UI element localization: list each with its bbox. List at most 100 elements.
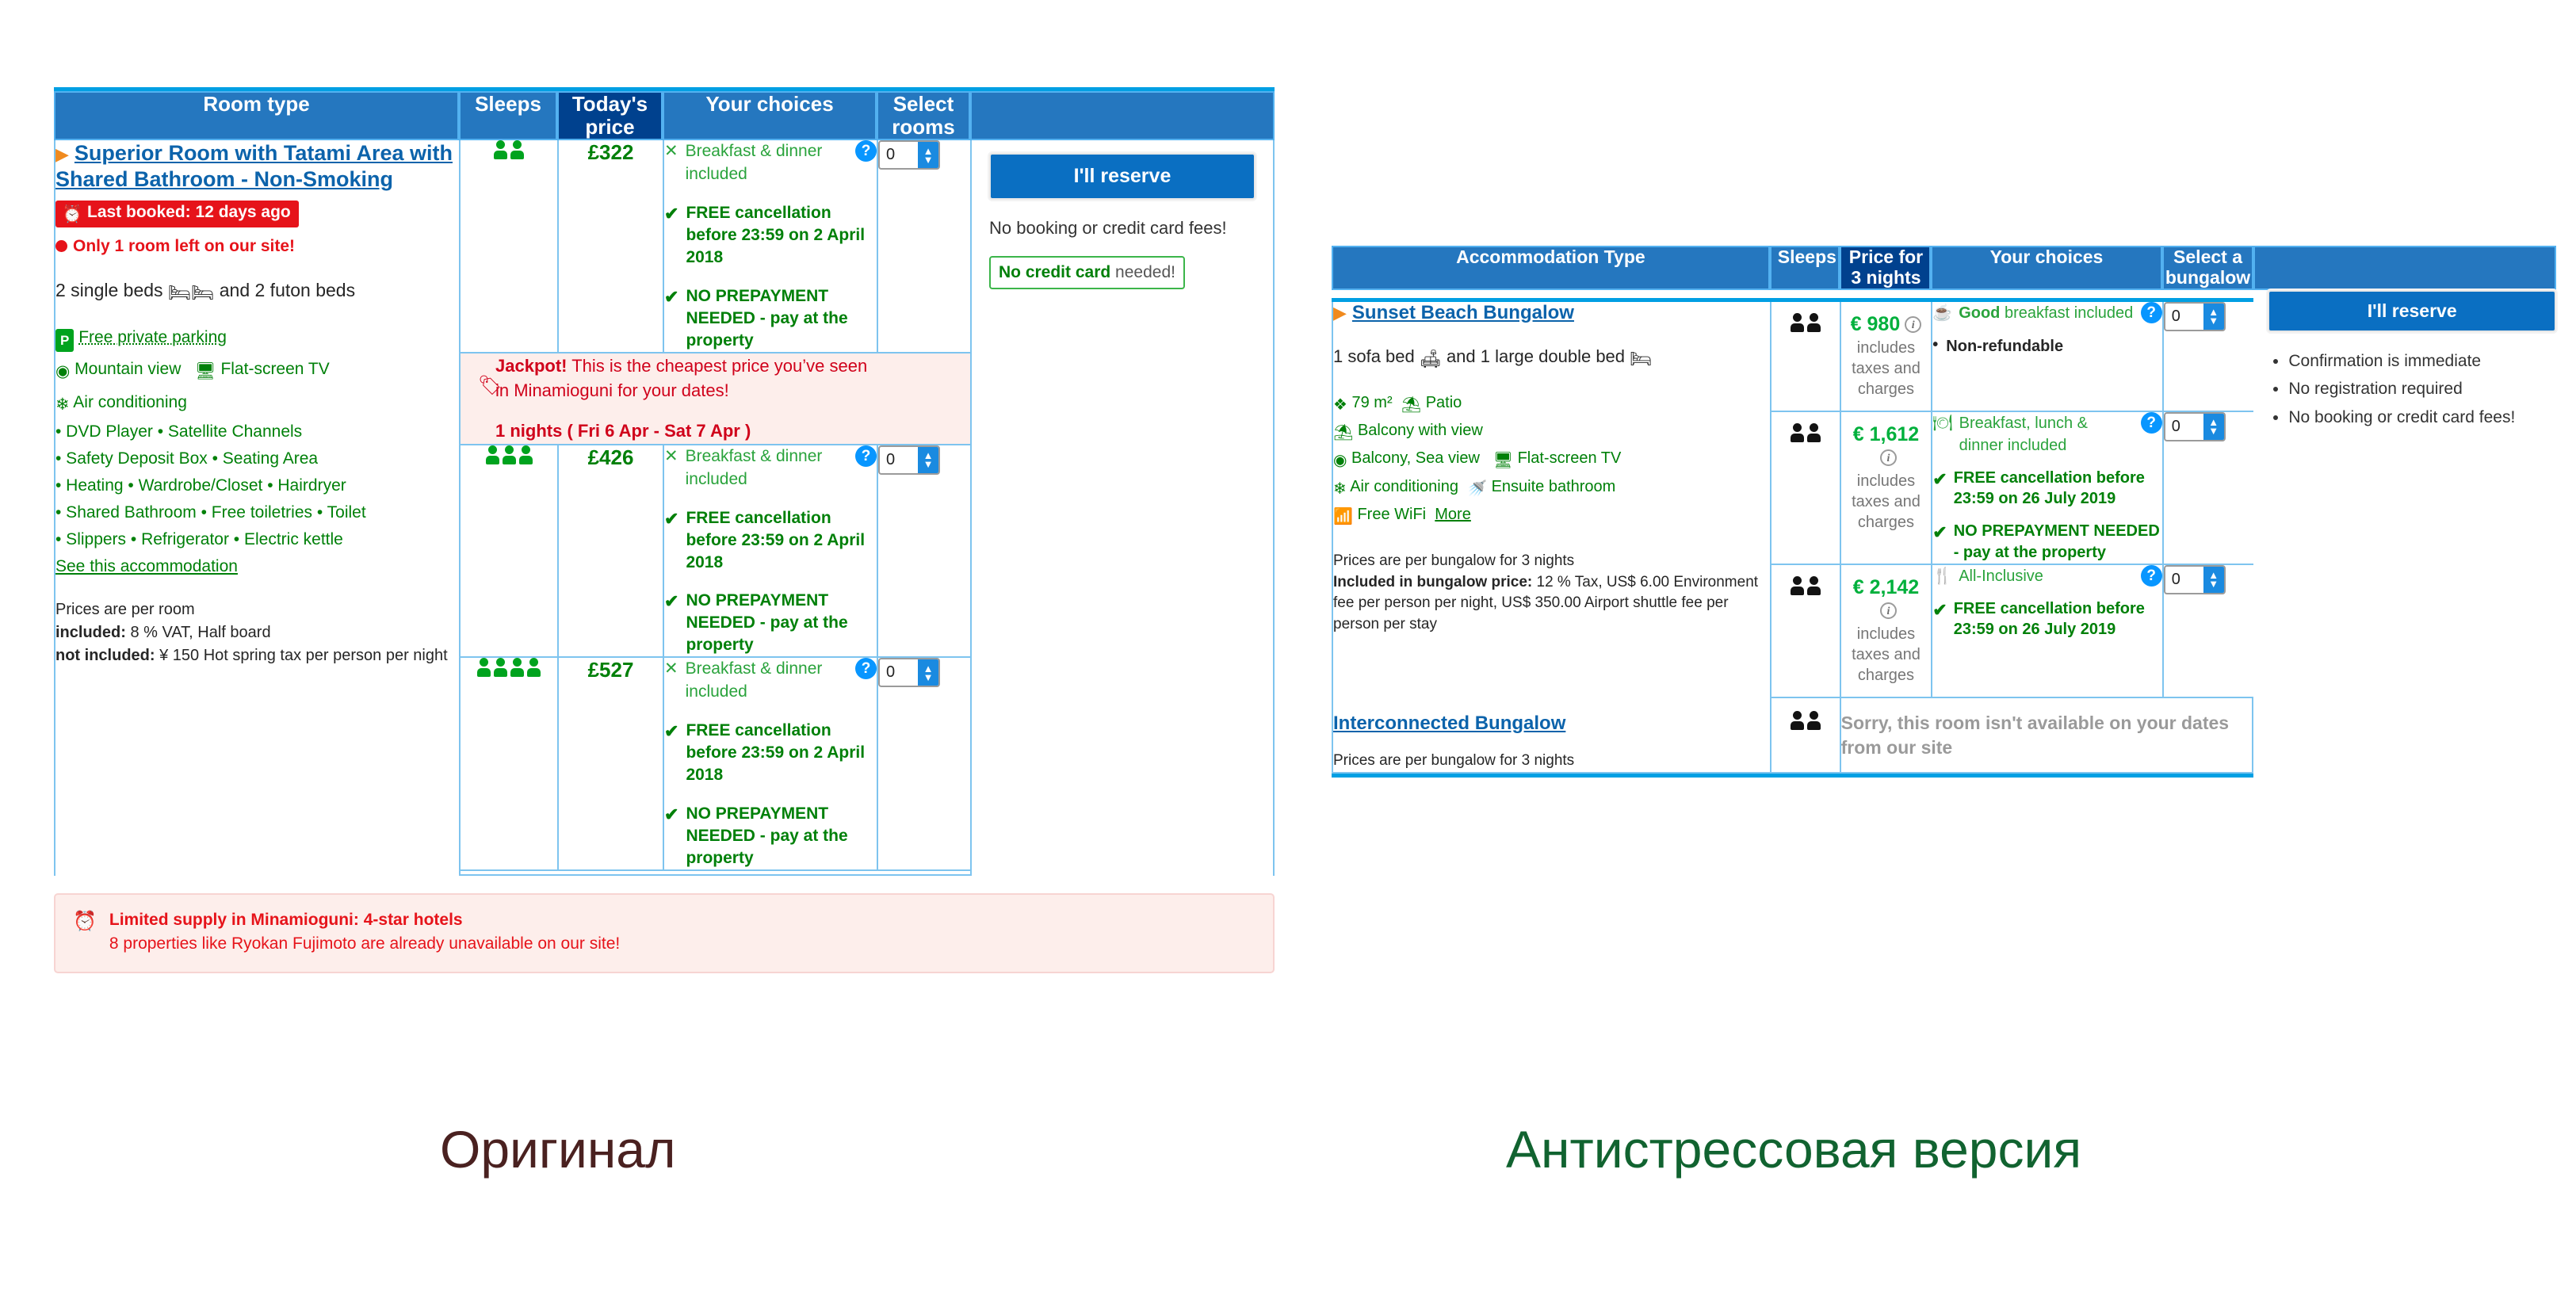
parking-label[interactable]: Free private parking bbox=[78, 328, 227, 346]
price-number-3: € 2,142 bbox=[1852, 575, 1920, 598]
right-select-cell-1: 0 ▲ ▼ bbox=[2161, 301, 2254, 412]
right-sleeps-cell-1 bbox=[1769, 301, 1840, 412]
help-icon[interactable]: ? bbox=[2140, 564, 2162, 587]
bungalow-quantity-stepper-1[interactable]: 0 ▲ ▼ bbox=[2163, 301, 2226, 331]
no-prepayment-text-2: NO PREPAYMENT NEEDED - pay at the proper… bbox=[1953, 522, 2160, 561]
help-icon[interactable]: ? bbox=[2140, 301, 2162, 323]
free-cancellation-3: ✔ FREE cancellation before 23:59 on 26 J… bbox=[1932, 598, 2161, 641]
info-icon[interactable]: i bbox=[1879, 449, 1897, 466]
stepper-arrows-icon[interactable]: ▲ ▼ bbox=[918, 446, 938, 473]
stepper-arrows-icon[interactable]: ▲ ▼ bbox=[2203, 566, 2224, 593]
not-included-line: not included: ¥ 150 Hot spring tax per p… bbox=[55, 644, 459, 667]
room-quantity-stepper-1[interactable]: 0 ▲ ▼ bbox=[878, 140, 940, 170]
right-bottom-rule bbox=[1332, 773, 2254, 778]
help-icon[interactable]: ? bbox=[855, 140, 877, 162]
info-icon[interactable]: i bbox=[1905, 315, 1922, 333]
eye-icon: ◉ bbox=[55, 362, 71, 381]
check-icon: ✔ bbox=[1932, 599, 1947, 620]
bungalow-quantity-value-1[interactable]: 0 bbox=[2165, 304, 2203, 330]
room-quantity-stepper-2[interactable]: 0 ▲ ▼ bbox=[878, 445, 940, 475]
more-amenities-link[interactable]: More bbox=[1435, 506, 1471, 523]
bed-tail-text: and 2 futon beds bbox=[219, 280, 356, 301]
check-icon: ✔ bbox=[664, 286, 679, 307]
bungalow-bed-configuration: 1 sofa bed 🛋 and 1 large double bed 🛏 bbox=[1333, 343, 1770, 373]
select-rooms-cell-3: 0 ▲ ▼ bbox=[877, 658, 970, 871]
stepper-arrows-icon[interactable]: ▲ ▼ bbox=[918, 142, 938, 169]
reserve-cell: I'll reserve No booking or credit card f… bbox=[970, 140, 1275, 876]
second-bungalow-note: Prices are per bungalow for 3 nights bbox=[1333, 751, 1575, 769]
person-icon bbox=[494, 140, 507, 160]
view-and-tv-features: ◉ Mountain view 🖥 Flat-screen TV bbox=[55, 356, 459, 385]
limited-supply-alert: ⏰ Limited supply in Minamioguni: 4-star … bbox=[54, 892, 1275, 973]
bungalow-quantity-stepper-2[interactable]: 0 ▲ ▼ bbox=[2163, 411, 2226, 441]
help-icon[interactable]: ? bbox=[855, 445, 877, 467]
check-icon: ✔ bbox=[664, 804, 679, 824]
no-credit-card-badge: No credit card needed! bbox=[989, 255, 1185, 289]
stepper-arrows-icon[interactable]: ▲ ▼ bbox=[2203, 303, 2224, 330]
meal-plan-line-2: ✕ Breakfast & dinner included ? bbox=[664, 445, 877, 491]
stepper-arrows-icon[interactable]: ▲ ▼ bbox=[2203, 413, 2224, 440]
benefit-item: Confirmation is immediate bbox=[2288, 350, 2556, 373]
help-icon[interactable]: ? bbox=[2140, 411, 2162, 434]
choices-cell-2: ✕ Breakfast & dinner included ? ✔ FREE c… bbox=[663, 445, 877, 659]
alarm-clock-icon: ⏰ bbox=[62, 205, 83, 224]
eye-icon: ◉ bbox=[1333, 452, 1347, 470]
info-icon[interactable]: i bbox=[1879, 602, 1897, 619]
limited-supply-title: Limited supply in Minamioguni: 4-star ho… bbox=[109, 910, 463, 929]
right-price-cell-2: € 1,612 i includes taxes and charges bbox=[1839, 411, 1932, 565]
select-rooms-cell-2: 0 ▲ ▼ bbox=[877, 445, 970, 659]
bathroom-label: Ensuite bathroom bbox=[1491, 477, 1616, 495]
right-room-table: Accommodation Type Sleeps Price for 3 ni… bbox=[1332, 246, 2556, 778]
room-title-line[interactable]: ▶ Superior Room with Tatami Area with Sha… bbox=[55, 140, 459, 193]
snowflake-icon: ❄ bbox=[55, 395, 70, 415]
room-quantity-value-2[interactable]: 0 bbox=[880, 447, 918, 473]
price-includes-note-2: includes taxes and charges bbox=[1852, 472, 1921, 531]
room-quantity-value-1[interactable]: 0 bbox=[880, 142, 918, 168]
fork-knife-icon: 🍴 bbox=[1932, 567, 1953, 585]
room-type-link[interactable]: Superior Room with Tatami Area with Shar… bbox=[55, 141, 453, 191]
no-cc-bold: No credit card bbox=[999, 262, 1111, 281]
sleeps-cell-3 bbox=[459, 658, 557, 871]
stepper-arrows-icon[interactable]: ▲ ▼ bbox=[918, 659, 938, 686]
interconnected-bungalow-link[interactable]: Interconnected Bungalow bbox=[1333, 713, 1565, 734]
wifi-line: 📶 Free WiFi More bbox=[1333, 502, 1770, 529]
room-quantity-stepper-3[interactable]: 0 ▲ ▼ bbox=[878, 658, 940, 688]
room-row-1: ▶ Superior Room with Tatami Area with Sha… bbox=[54, 140, 1275, 876]
caption-antistress: Антистрессовая версия bbox=[1506, 1120, 2082, 1179]
included-label: included: bbox=[55, 624, 126, 642]
help-icon[interactable]: ? bbox=[855, 658, 877, 680]
right-choices-cell-1: ☕ Good breakfast included ? • Non-refund… bbox=[1931, 301, 2162, 412]
parking-feature[interactable]: P Free private parking bbox=[55, 324, 459, 353]
caption-original: Оригинал bbox=[440, 1120, 676, 1179]
price-number-2: € 1,612 bbox=[1852, 422, 1920, 445]
free-cancellation-3: ✔ FREE cancellation before 23:59 on 2 Ap… bbox=[664, 720, 877, 786]
no-prepayment-2: ✔ NO PREPAYMENT NEEDED - pay at the prop… bbox=[1932, 521, 2161, 564]
wifi-label: Free WiFi bbox=[1357, 506, 1427, 524]
right-choices-cell-3: 🍴 All-Inclusive ? ✔ FREE cancellation be… bbox=[1931, 564, 2162, 698]
bungalow-type-link[interactable]: Sunset Beach Bungalow bbox=[1352, 302, 1574, 323]
choice-block-3: ✕ Breakfast & dinner included ? ✔ FREE c… bbox=[664, 658, 877, 869]
check-icon: ✔ bbox=[664, 204, 679, 224]
room-quantity-value-3[interactable]: 0 bbox=[880, 659, 918, 686]
right-reserve-wrap: I'll reserve Confirmation is immediate N… bbox=[2268, 289, 2556, 430]
see-accommodation-link[interactable]: See this accommodation bbox=[55, 557, 238, 576]
bungalow-quantity-stepper-3[interactable]: 0 ▲ ▼ bbox=[2163, 564, 2226, 594]
reserve-button[interactable]: I'll reserve bbox=[989, 153, 1256, 201]
not-included-label: not included: bbox=[55, 647, 155, 665]
included-label: Included in bungalow price: bbox=[1333, 573, 1533, 590]
bungalow-quantity-value-2[interactable]: 0 bbox=[2165, 414, 2203, 440]
tv-label: Flat-screen TV bbox=[220, 360, 330, 379]
header-sleeps: Sleeps bbox=[459, 91, 557, 141]
right-price-cell-1: € 980 i includes taxes and charges bbox=[1839, 301, 1932, 412]
feature-bullet-3: • Heating • Wardrobe/Closet • Hairdryer bbox=[55, 476, 346, 495]
view-and-tv-line: ◉ Balcony, Sea view 🖥 Flat-screen TV bbox=[1333, 445, 1770, 473]
reserve-button[interactable]: I'll reserve bbox=[2268, 289, 2556, 332]
room-description-cell: ▶ Superior Room with Tatami Area with Sha… bbox=[54, 140, 459, 876]
bungalow-title-line[interactable]: ▶ Sunset Beach Bungalow bbox=[1333, 302, 1770, 324]
bungalow-quantity-value-3[interactable]: 0 bbox=[2165, 567, 2203, 593]
check-icon: ✔ bbox=[664, 508, 679, 529]
right-rule-row: I'll reserve Confirmation is immediate N… bbox=[1332, 289, 2556, 426]
price-includes-note-1: includes taxes and charges bbox=[1852, 338, 1921, 398]
second-bungalow-description-cell: Interconnected Bungalow Prices are per b… bbox=[1332, 697, 1770, 774]
person-icon bbox=[1806, 710, 1821, 730]
